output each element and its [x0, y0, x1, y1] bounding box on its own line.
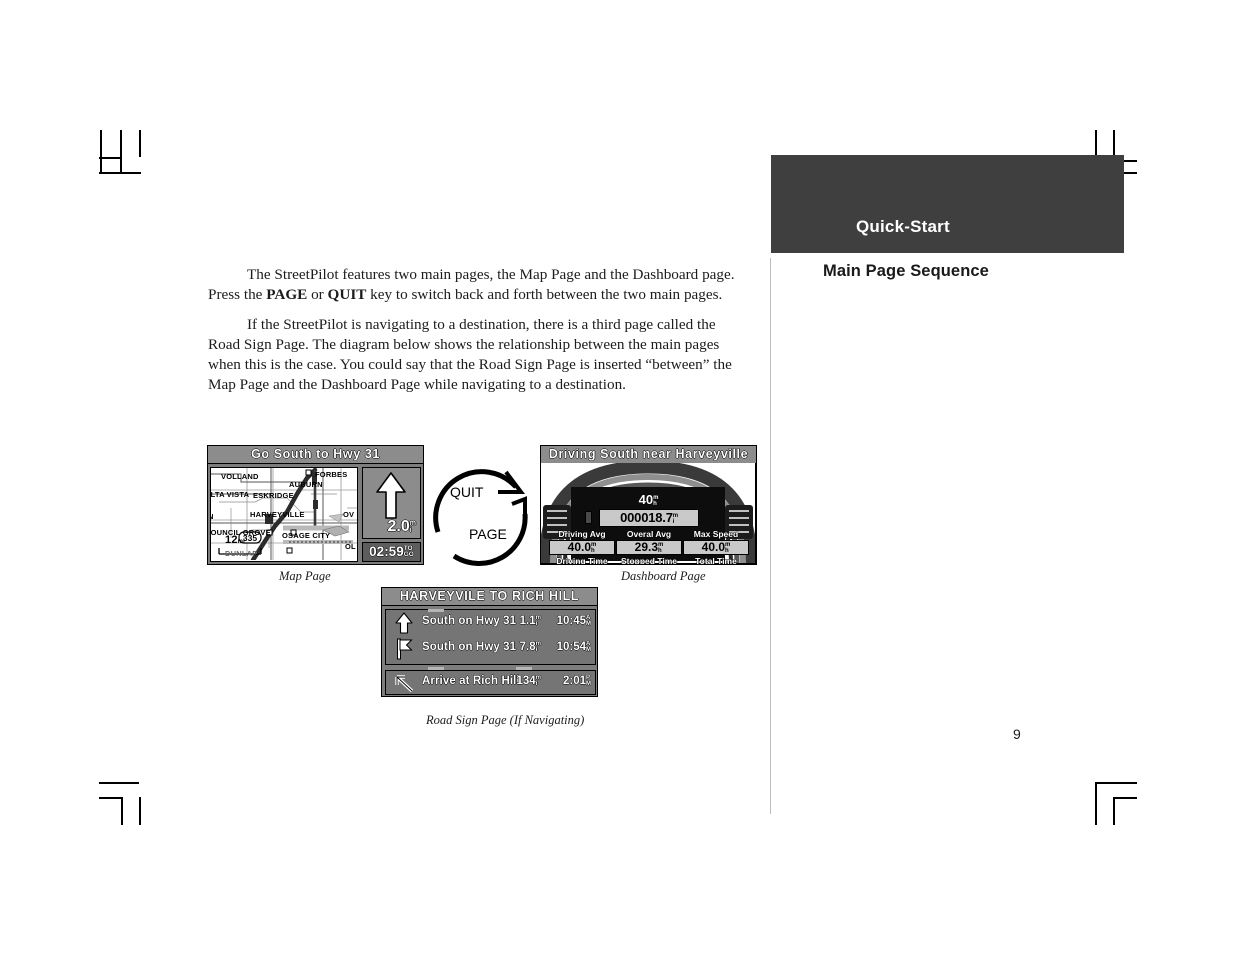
paragraph-2: If the StreetPilot is navigating to a de… [208, 315, 732, 394]
stat-header-max-speed: Max Speed [693, 529, 739, 539]
turn-row-1[interactable]: South on Hwy 31 1.1m i 10:45A M [386, 610, 595, 636]
map-label-n: N [211, 512, 214, 521]
stat-header-stopped-time: Stopped Time [620, 556, 678, 564]
arrival-time: 2:01P M [562, 675, 591, 688]
chapter-header-band: Quick-Start [771, 155, 1124, 253]
next-turn-distance-value: 2.0 [387, 518, 410, 535]
map-scale-unit: mi [237, 539, 246, 545]
page-cycle-diagram: QUIT PAGE [424, 458, 542, 570]
stat-header-driving-time: Driving Time [556, 556, 608, 564]
dashboard-page-screenshot: Driving South near Harveyville 40m h 000… [540, 445, 757, 565]
odometer-value: 000018.7 [620, 510, 673, 525]
arrival-content: Arrive at Rich Hill 134m i 2:01P M [386, 671, 595, 694]
stat-value-max-speed: 40.0m h [683, 540, 749, 555]
page-number: 9 [1013, 726, 1021, 742]
arrow-right-flag-icon [397, 638, 413, 660]
current-speed-value: 40 [638, 492, 654, 507]
cycle-arrows-graphic [433, 469, 528, 566]
scrollbar-tick-bottom-left [428, 667, 444, 670]
map-label-harveyville: HARVEYVILLE [250, 510, 305, 519]
map-label-eskridge: ESKRIDGE [253, 491, 294, 500]
turn-2-distance: 7.8m i [519, 641, 541, 654]
stats-row-2-headers: Driving Time Stopped Time Total Time [549, 556, 749, 564]
eta-value: 02:59 [369, 544, 404, 559]
map-scale-value: 12 [225, 534, 238, 546]
paragraph-1: The StreetPilot features two main pages,… [208, 265, 742, 306]
turn-2-instruction: South on Hwy 31 [422, 641, 517, 653]
arrival-row[interactable]: Arrive at Rich Hill 134m i 2:01P M [385, 667, 596, 695]
dashboard-page-title: Driving South near Harveyville [541, 446, 756, 464]
map-label-forbes: FORBES [315, 470, 348, 479]
road-sign-page-caption: Road Sign Page (If Navigating) [426, 713, 585, 727]
road-sign-page-title: HARVEYVILE TO RICH HILL [382, 588, 597, 606]
turn-1-time: 10:45A M [556, 615, 591, 628]
arrow-destination-icon [395, 675, 414, 693]
turn-1-distance: 1.1m i [519, 615, 541, 628]
turn-list: South on Hwy 31 1.1m i 10:45A M South on H… [385, 609, 596, 665]
stats-row-1-headers: Driving Avg Overal Avg Max Speed [549, 529, 749, 540]
map-label-dunlap: DUNLAP [225, 549, 258, 558]
arrow-straight-icon [395, 612, 413, 634]
dashboard-page-caption: Dashboard Page [621, 569, 706, 583]
map-guidance-panel: 2.0m i 02:59TO GO [362, 467, 421, 562]
map-label-volland: VOLLAND [221, 472, 259, 481]
eta-unit: TO GO [403, 544, 414, 559]
odometer-readout: 000018.7m i [599, 509, 699, 527]
body-text-block: The StreetPilot features two main pages,… [208, 265, 742, 405]
eta-box: 02:59TO GO [362, 542, 421, 562]
map-scale-label: 12mi [225, 534, 245, 546]
odometer-unit: mi [672, 512, 678, 525]
map-label-ol: OL [345, 542, 356, 551]
para1-seg-c: or [307, 286, 328, 304]
map-page-screenshot: Go South to Hwy 31 335 VOLLAND LTA VISTA… [207, 445, 424, 565]
turn-row-2[interactable]: South on Hwy 31 7.8m i 10:54A M [386, 636, 595, 662]
map-label-ov: OV [343, 510, 355, 519]
cycle-label-page: PAGE [469, 526, 507, 542]
cycle-label-quit: QUIT [450, 484, 484, 500]
arrival-instruction: Arrive at Rich Hill [422, 675, 520, 687]
key-quit: QUIT [327, 286, 367, 304]
arrow-straight-icon [376, 472, 406, 519]
stat-value-driving-avg: 40.0m h [549, 540, 615, 555]
column-divider-rule [770, 258, 772, 814]
stat-value-overall-avg: 29.3m h [616, 540, 682, 555]
stats-row-1-values: 40.0m h 29.3m h 40.0m h [549, 540, 749, 555]
section-heading: Main Page Sequence [823, 262, 989, 280]
chapter-title: Quick-Start [856, 217, 950, 236]
road-sign-page-screenshot: HARVEYVILE TO RICH HILL South on Hwy 31 … [381, 587, 598, 697]
key-page: PAGE [266, 286, 308, 304]
stat-header-driving-avg: Driving Avg [558, 529, 606, 539]
arrival-distance: 134m i [516, 675, 541, 688]
map-canvas: 335 VOLLAND ALTA VISTA ESKRIDGE AUBURN F… [210, 467, 358, 562]
next-turn-box: 2.0m i [362, 467, 421, 539]
stat-header-total-time: Total Time [695, 556, 737, 564]
dashboard-body: 40m h 000018.7m i Driving Avg Overal Avg M… [541, 463, 756, 564]
map-label-auburn: AUBURN [289, 480, 323, 489]
stat-header-overall-avg: Overal Avg [626, 529, 672, 539]
current-speed-readout: 40m h [541, 492, 756, 507]
next-turn-distance: 2.0m i [363, 518, 416, 536]
turn-2-time: 10:54A M [556, 641, 591, 654]
turn-1-instruction: South on Hwy 31 [422, 615, 517, 627]
current-speed-unit: mh [653, 494, 659, 507]
scrollbar-tick-bottom-right [516, 667, 532, 670]
para1-seg-e: key to switch back and forth between the… [366, 286, 723, 304]
map-label-alta-vista: ALTA VISTA [210, 490, 250, 499]
fuel-gauge-icon [585, 511, 592, 524]
map-page-title: Go South to Hwy 31 [208, 446, 423, 464]
next-turn-distance-unit: mi [409, 519, 416, 534]
manual-page: Quick-Start Main Page Sequence The Stree… [0, 0, 1235, 954]
map-label-osage-city: OSAGE CITY [282, 531, 331, 540]
map-page-caption: Map Page [279, 569, 331, 583]
